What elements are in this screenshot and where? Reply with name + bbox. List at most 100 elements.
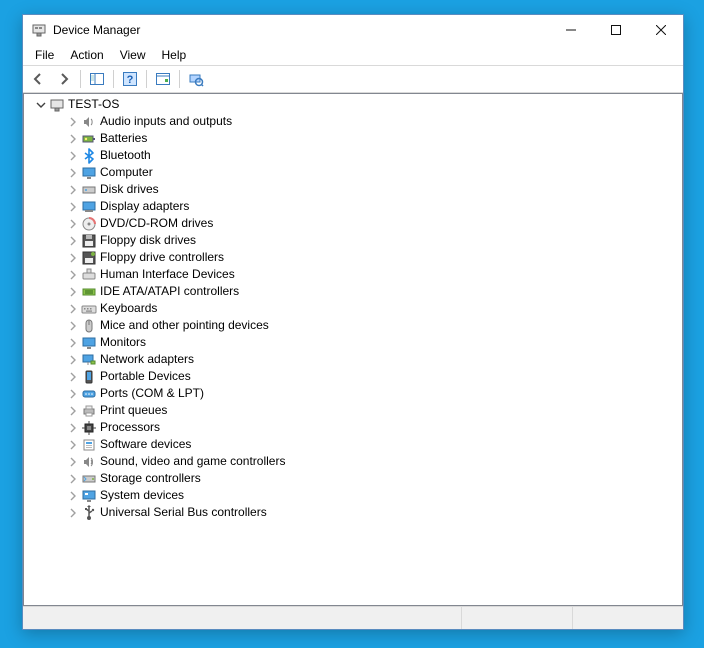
expander-closed-icon[interactable] [66,404,80,418]
monitor-icon [81,335,97,351]
expander-closed-icon[interactable] [66,489,80,503]
computer-root-icon [49,97,65,113]
device-category-node[interactable]: Disk drives [30,181,682,198]
device-category-node[interactable]: Human Interface Devices [30,266,682,283]
device-category-node[interactable]: Processors [30,419,682,436]
expander-closed-icon[interactable] [66,421,80,435]
printer-icon [81,403,97,419]
device-category-node[interactable]: Software devices [30,436,682,453]
expander-closed-icon[interactable] [66,132,80,146]
device-category-label: System devices [100,487,184,504]
device-category-node[interactable]: Bluetooth [30,147,682,164]
device-category-label: Universal Serial Bus controllers [100,504,267,521]
floppy-ctrl-icon [81,250,97,266]
window-title: Device Manager [53,23,140,37]
device-category-node[interactable]: Audio inputs and outputs [30,113,682,130]
expander-closed-icon[interactable] [66,302,80,316]
status-cell-3 [573,607,683,629]
expander-closed-icon[interactable] [66,115,80,129]
floppy-icon [81,233,97,249]
device-category-node[interactable]: Keyboards [30,300,682,317]
device-category-label: Portable Devices [100,368,191,385]
expander-closed-icon[interactable] [66,438,80,452]
expander-open-icon[interactable] [34,98,48,112]
title-bar: Device Manager [23,15,683,45]
expander-closed-icon[interactable] [66,183,80,197]
expander-closed-icon[interactable] [66,268,80,282]
software-icon [81,437,97,453]
device-category-label: Floppy disk drives [100,232,196,249]
device-category-label: Processors [100,419,160,436]
expander-closed-icon[interactable] [66,217,80,231]
disk-icon [81,182,97,198]
speaker-icon [81,114,97,130]
monitor-icon [81,165,97,181]
expander-closed-icon[interactable] [66,285,80,299]
expander-closed-icon[interactable] [66,149,80,163]
menu-file[interactable]: File [27,46,62,64]
tree-root-node[interactable]: TEST-OS [30,96,682,113]
device-category-node[interactable]: Display adapters [30,198,682,215]
toolbar: ? [23,66,683,93]
expander-closed-icon[interactable] [66,336,80,350]
sound-icon [81,454,97,470]
device-category-label: Batteries [100,130,147,147]
device-category-label: Storage controllers [100,470,201,487]
close-button[interactable] [638,15,683,45]
properties-button[interactable] [151,67,175,91]
expander-closed-icon[interactable] [66,455,80,469]
device-category-node[interactable]: Universal Serial Bus controllers [30,504,682,521]
expander-closed-icon[interactable] [66,251,80,265]
device-category-node[interactable]: Monitors [30,334,682,351]
expander-closed-icon[interactable] [66,370,80,384]
device-category-node[interactable]: Sound, video and game controllers [30,453,682,470]
nav-forward-button[interactable] [52,67,76,91]
expander-closed-icon[interactable] [66,166,80,180]
device-category-node[interactable]: Floppy drive controllers [30,249,682,266]
system-icon [81,488,97,504]
show-hide-tree-button[interactable] [85,67,109,91]
nav-back-button[interactable] [26,67,50,91]
device-category-node[interactable]: Portable Devices [30,368,682,385]
device-category-label: Disk drives [100,181,159,198]
device-category-node[interactable]: DVD/CD-ROM drives [30,215,682,232]
expander-closed-icon[interactable] [66,506,80,520]
expander-closed-icon[interactable] [66,472,80,486]
device-category-node[interactable]: Mice and other pointing devices [30,317,682,334]
device-tree[interactable]: TEST-OS Audio inputs and outputsBatterie… [23,93,683,606]
expander-closed-icon[interactable] [66,234,80,248]
menu-help[interactable]: Help [154,46,195,64]
device-category-node[interactable]: Computer [30,164,682,181]
battery-icon [81,131,97,147]
device-category-node[interactable]: Floppy disk drives [30,232,682,249]
device-manager-window: Device Manager File Action View Help [22,14,684,630]
device-category-node[interactable]: System devices [30,487,682,504]
minimize-button[interactable] [548,15,593,45]
device-category-node[interactable]: Network adapters [30,351,682,368]
bluetooth-icon [81,148,97,164]
usb-icon [81,505,97,521]
device-category-node[interactable]: Print queues [30,402,682,419]
device-manager-app-icon [31,22,47,38]
device-category-node[interactable]: Batteries [30,130,682,147]
menu-bar: File Action View Help [23,45,683,66]
menu-action[interactable]: Action [62,46,111,64]
expander-closed-icon[interactable] [66,387,80,401]
expander-closed-icon[interactable] [66,200,80,214]
device-category-node[interactable]: IDE ATA/ATAPI controllers [30,283,682,300]
port-icon [81,386,97,402]
hid-icon [81,267,97,283]
expander-closed-icon[interactable] [66,319,80,333]
menu-view[interactable]: View [112,46,154,64]
status-cell-1 [23,607,462,629]
device-category-label: Ports (COM & LPT) [100,385,204,402]
expander-closed-icon[interactable] [66,353,80,367]
maximize-button[interactable] [593,15,638,45]
portable-icon [81,369,97,385]
device-category-label: Network adapters [100,351,194,368]
device-category-node[interactable]: Ports (COM & LPT) [30,385,682,402]
device-category-node[interactable]: Storage controllers [30,470,682,487]
scan-hardware-button[interactable] [184,67,208,91]
help-button[interactable]: ? [118,67,142,91]
status-bar [23,606,683,629]
